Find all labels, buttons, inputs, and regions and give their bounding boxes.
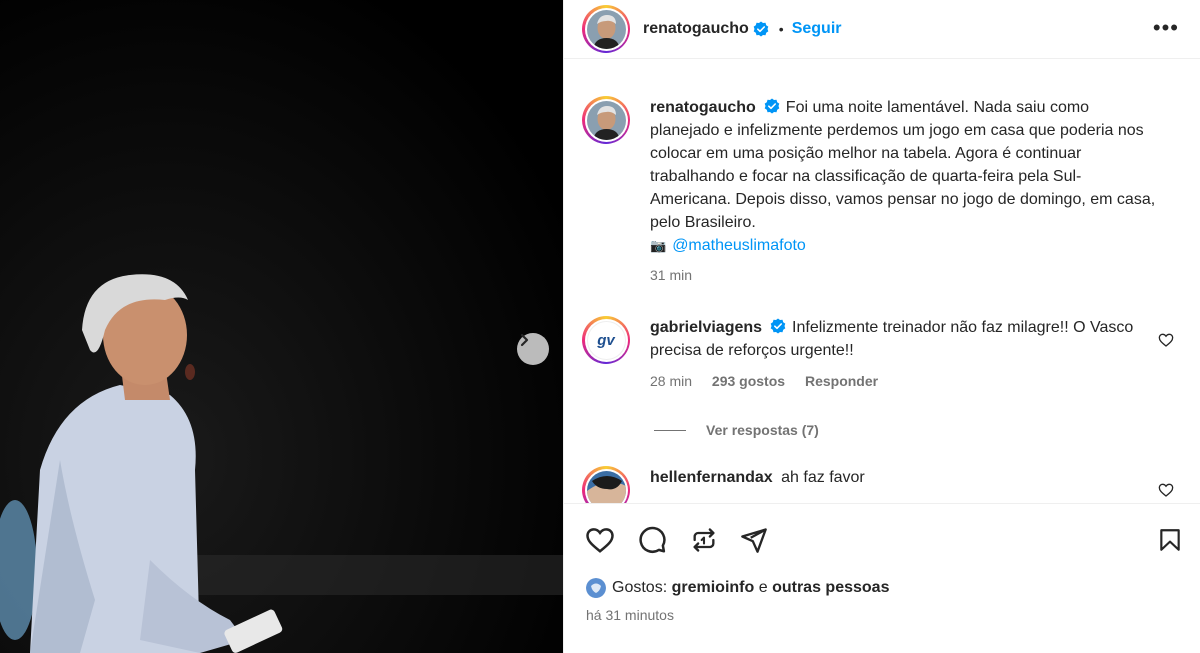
- comment-username[interactable]: hellenfernandax: [650, 469, 773, 486]
- likes-others[interactable]: outras pessoas: [772, 579, 889, 597]
- comment-avatar[interactable]: [582, 466, 630, 503]
- liker-avatar[interactable]: [586, 578, 606, 598]
- likes-summary: Gostos: gremioinfo e outras pessoas: [586, 578, 889, 598]
- heart-icon: [586, 528, 614, 553]
- photographer-mention[interactable]: @matheuslimafoto: [672, 237, 806, 254]
- comment-icon: [639, 526, 666, 553]
- follow-button[interactable]: Seguir: [792, 20, 842, 38]
- caption-time[interactable]: 31 min: [650, 267, 692, 283]
- post-actions: Gostos: gremioinfo e outras pessoas há 3…: [564, 503, 1200, 653]
- comment-text-block: hellenfernandax ah faz favor: [650, 466, 1160, 489]
- next-arrow-icon: [520, 333, 529, 347]
- gv-logo: gv: [597, 331, 615, 349]
- bookmark-icon: [1160, 529, 1180, 551]
- verified-icon: [764, 98, 780, 114]
- post-timestamp[interactable]: há 31 minutos: [586, 607, 674, 623]
- caption-username[interactable]: renatogaucho: [650, 99, 756, 116]
- like-button[interactable]: [584, 524, 616, 556]
- comment-username[interactable]: gabrielviagens: [650, 319, 762, 336]
- comment-text-block: gabrielviagens Infelizmente treinador nã…: [650, 316, 1160, 393]
- author-username[interactable]: renatogaucho: [643, 20, 749, 38]
- repost-button[interactable]: [688, 524, 720, 556]
- caption-text-block: renatogaucho Foi uma noite lamentável. N…: [650, 96, 1160, 287]
- camera-icon: 📷: [650, 238, 667, 253]
- share-icon: [741, 528, 767, 553]
- verified-icon: [770, 318, 786, 334]
- post-header: renatogaucho • Seguir •••: [564, 0, 1200, 59]
- comment-time[interactable]: 28 min: [650, 373, 692, 389]
- photo-illustration: [0, 0, 563, 653]
- heart-icon[interactable]: [1158, 482, 1174, 498]
- reply-button[interactable]: Responder: [805, 373, 878, 389]
- caption-avatar[interactable]: [582, 96, 630, 144]
- repost-icon: [693, 528, 715, 552]
- comments-list[interactable]: renatogaucho Foi uma noite lamentável. N…: [564, 60, 1200, 503]
- comment-avatar[interactable]: gv: [582, 316, 630, 364]
- next-photo-button[interactable]: [517, 333, 549, 365]
- likes-user[interactable]: gremioinfo: [672, 579, 755, 597]
- more-icon[interactable]: •••: [1153, 17, 1179, 39]
- comment-text: ah faz favor: [781, 469, 865, 486]
- view-replies-label: Ver respostas (7): [706, 422, 819, 438]
- comment-likes[interactable]: 293 gostos: [712, 373, 785, 389]
- divider-line: [654, 429, 686, 431]
- post-photo: [0, 0, 563, 653]
- post-sidebar: renatogaucho • Seguir ••• renatogaucho F…: [563, 0, 1200, 653]
- save-button[interactable]: [1154, 524, 1186, 556]
- share-button[interactable]: [738, 524, 770, 556]
- comment-button[interactable]: [636, 524, 668, 556]
- separator-dot: •: [778, 21, 784, 37]
- likes-and: e: [758, 579, 768, 596]
- view-replies-button[interactable]: Ver respostas (7): [654, 422, 819, 438]
- caption-text: Foi uma noite lamentável. Nada saiu como…: [650, 99, 1156, 231]
- author-avatar[interactable]: [582, 5, 630, 53]
- verified-icon: [753, 21, 769, 37]
- heart-icon[interactable]: [1158, 332, 1174, 348]
- likes-prefix: Gostos:: [612, 579, 668, 596]
